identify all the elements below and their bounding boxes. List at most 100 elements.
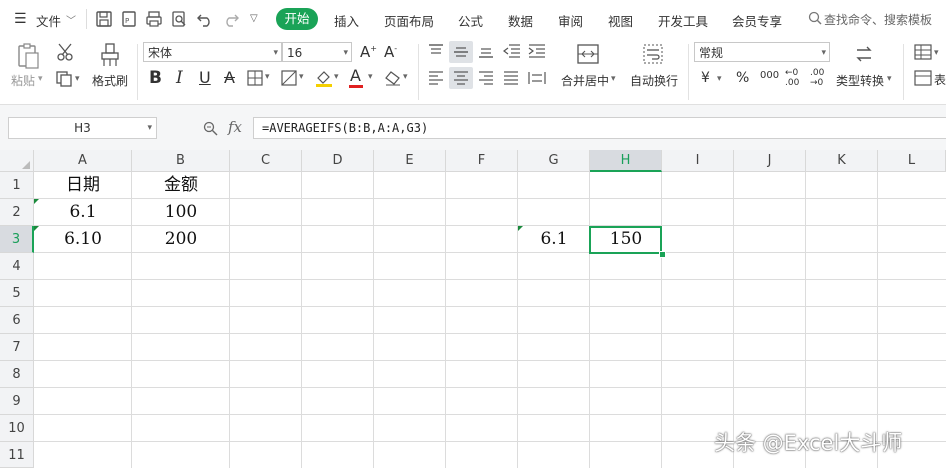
tab-page-layout[interactable]: 页面布局 xyxy=(384,11,434,30)
tab-member[interactable]: 会员专享 xyxy=(732,11,782,30)
cell-g3[interactable]: 6.1 xyxy=(518,226,590,253)
row-header-2[interactable]: 2 xyxy=(0,199,34,226)
italic-button[interactable]: I xyxy=(176,68,183,88)
align-center-button[interactable] xyxy=(449,67,473,89)
row-header-6[interactable]: 6 xyxy=(0,307,34,334)
tab-data[interactable]: 数据 xyxy=(508,11,533,30)
chevron-down-icon[interactable]: ▾ xyxy=(403,72,408,82)
cell-b3[interactable]: 200 xyxy=(132,226,230,253)
column-header-j[interactable]: J xyxy=(734,150,806,172)
row-header-9[interactable]: 9 xyxy=(0,388,34,415)
tab-insert[interactable]: 插入 xyxy=(334,11,359,30)
font-color-icon[interactable]: A xyxy=(350,66,361,85)
clear-format-icon[interactable] xyxy=(384,70,402,86)
format-painter-icon[interactable] xyxy=(99,42,121,68)
search-command-input[interactable]: 查找命令、搜索模板 xyxy=(824,11,932,28)
chevron-down-icon[interactable]: ▾ xyxy=(38,74,43,84)
increase-indent-icon[interactable] xyxy=(528,44,546,58)
tab-home[interactable]: 开始 xyxy=(276,8,318,30)
cell-style-icon[interactable] xyxy=(281,70,297,86)
more-dropdown-icon[interactable]: ▽ xyxy=(250,13,258,24)
column-header-e[interactable]: E xyxy=(374,150,446,172)
cell-a2[interactable]: 6.1 xyxy=(34,199,132,226)
distributed-align-icon[interactable] xyxy=(528,71,546,85)
insert-function-icon[interactable]: fx xyxy=(228,118,242,136)
increase-font-icon[interactable]: A+ xyxy=(360,43,377,61)
print-icon[interactable] xyxy=(145,10,163,28)
chevron-down-icon[interactable]: ﹀ xyxy=(66,12,76,27)
column-header-l[interactable]: L xyxy=(878,150,946,172)
file-menu[interactable]: 文件 xyxy=(36,11,61,30)
hamburger-icon[interactable]: ☰ xyxy=(14,11,27,27)
table-format-icon[interactable] xyxy=(914,70,932,86)
chevron-down-icon[interactable]: ▾ xyxy=(934,48,939,58)
font-size-select[interactable]: 16 ▾ xyxy=(282,42,352,62)
search-icon[interactable] xyxy=(808,11,822,25)
row-header-5[interactable]: 5 xyxy=(0,280,34,307)
decrease-decimal-icon[interactable]: .00 →0 xyxy=(810,68,824,88)
chevron-down-icon[interactable]: ▾ xyxy=(75,74,80,84)
underline-button[interactable]: U xyxy=(199,68,211,87)
column-header-i[interactable]: I xyxy=(662,150,734,172)
chevron-down-icon[interactable]: ▾ xyxy=(334,72,339,82)
type-convert-label[interactable]: 类型转换 xyxy=(836,72,884,89)
column-header-f[interactable]: F xyxy=(446,150,518,172)
select-all-corner[interactable] xyxy=(0,150,34,172)
zoom-icon[interactable] xyxy=(203,121,218,136)
row-header-7[interactable]: 7 xyxy=(0,334,34,361)
chevron-down-icon[interactable]: ▾ xyxy=(887,74,892,84)
undo-icon[interactable] xyxy=(196,10,214,28)
wrap-text-icon[interactable] xyxy=(642,43,664,65)
align-middle-button[interactable] xyxy=(449,41,473,63)
merge-center-icon[interactable] xyxy=(577,43,599,65)
row-header-1[interactable]: 1 xyxy=(0,172,34,199)
row-header-10[interactable]: 10 xyxy=(0,415,34,442)
paste-icon[interactable] xyxy=(16,42,42,70)
column-header-g[interactable]: G xyxy=(518,150,590,172)
percent-icon[interactable]: % xyxy=(736,70,749,86)
chevron-down-icon[interactable]: ▾ xyxy=(265,72,270,82)
copy-icon[interactable] xyxy=(55,70,73,88)
redo-icon[interactable] xyxy=(222,10,240,28)
column-header-c[interactable]: C xyxy=(230,150,302,172)
cell-b2[interactable]: 100 xyxy=(132,199,230,226)
fill-color-icon[interactable] xyxy=(315,69,333,87)
tab-formulas[interactable]: 公式 xyxy=(458,11,483,30)
format-painter-label[interactable]: 格式刷 xyxy=(92,72,128,89)
number-format-select[interactable]: 常规 ▾ xyxy=(694,42,830,62)
decrease-indent-icon[interactable] xyxy=(503,44,521,58)
tab-developer[interactable]: 开发工具 xyxy=(658,11,708,30)
chevron-down-icon[interactable]: ▾ xyxy=(299,72,304,82)
save-icon[interactable] xyxy=(95,10,113,28)
paste-label[interactable]: 粘贴 xyxy=(11,72,35,89)
row-header-3[interactable]: 3 xyxy=(0,226,34,253)
wrap-text-label[interactable]: 自动换行 xyxy=(630,72,678,89)
column-header-h[interactable]: H xyxy=(590,150,662,172)
chevron-down-icon[interactable]: ▾ xyxy=(717,74,722,84)
align-bottom-icon[interactable] xyxy=(478,44,494,58)
thousands-separator-icon[interactable]: 000 xyxy=(760,70,779,81)
column-header-b[interactable]: B xyxy=(132,150,230,172)
bold-button[interactable]: B xyxy=(149,68,162,88)
justify-icon[interactable] xyxy=(503,71,519,85)
row-header-4[interactable]: 4 xyxy=(0,253,34,280)
decrease-font-icon[interactable]: A- xyxy=(384,43,397,61)
row-header-8[interactable]: 8 xyxy=(0,361,34,388)
strikethrough-button[interactable]: A xyxy=(224,68,235,87)
merge-center-label[interactable]: 合并居中 xyxy=(561,72,609,89)
chevron-down-icon[interactable]: ▾ xyxy=(611,74,616,84)
formula-input[interactable]: =AVERAGEIFS(B:B,A:A,G3) xyxy=(253,117,946,139)
type-convert-icon[interactable] xyxy=(853,44,875,64)
print-preview-icon[interactable] xyxy=(170,10,188,28)
align-left-icon[interactable] xyxy=(428,71,444,85)
name-box[interactable]: H3 ▾ xyxy=(8,117,157,139)
row-header-11[interactable]: 11 xyxy=(0,442,34,468)
chevron-down-icon[interactable]: ▾ xyxy=(368,72,373,82)
cut-icon[interactable] xyxy=(55,42,75,62)
fill-handle[interactable] xyxy=(659,251,666,258)
column-header-k[interactable]: K xyxy=(806,150,878,172)
cell-a3[interactable]: 6.10 xyxy=(34,226,132,253)
chevron-down-icon[interactable]: ▾ xyxy=(147,118,152,138)
export-pdf-icon[interactable]: P xyxy=(120,10,138,28)
table-style-icon[interactable] xyxy=(914,44,932,60)
